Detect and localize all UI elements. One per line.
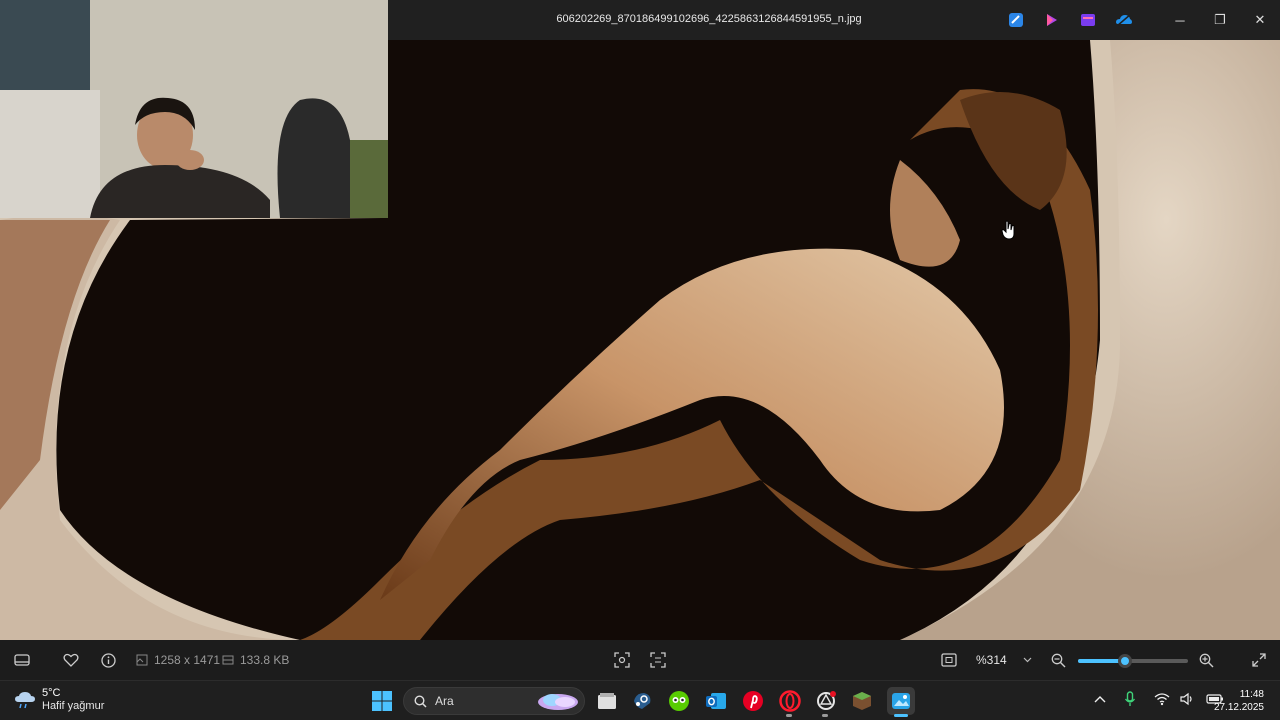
storage-icon	[222, 655, 234, 665]
rain-cloud-icon	[15, 692, 35, 709]
zoom-in-icon	[1199, 653, 1213, 667]
maximize-button[interactable]: ❐	[1200, 0, 1240, 40]
taskbar-app-steam[interactable]	[630, 689, 654, 713]
file-size: 133.8 KB	[222, 653, 289, 667]
clipchamp-icon[interactable]	[1042, 10, 1062, 30]
webcam-feed	[0, 0, 388, 218]
file-size-text: 133.8 KB	[240, 653, 290, 667]
opera-running-indicator	[786, 714, 792, 717]
video-editor-icon[interactable]	[1078, 10, 1098, 30]
steam-icon	[634, 693, 651, 709]
window-title: 606202269_870186499102696_42258631268445…	[556, 13, 862, 25]
taskbar-app-duolingo[interactable]	[667, 689, 691, 713]
duolingo-icon	[669, 691, 689, 711]
zoom-dropdown[interactable]: %314	[970, 649, 1038, 671]
weather-description: Hafif yağmur	[42, 700, 105, 712]
filmstrip-button[interactable]	[12, 650, 32, 670]
taskbar-app-photos[interactable]	[887, 687, 915, 715]
webcam-overlay	[0, 0, 388, 218]
photos-icon	[892, 693, 910, 709]
clock-time: 11:48	[1239, 689, 1264, 700]
taskbar: 5°C Hafif yağmur Ara 11:48 27.12.2025	[0, 680, 1280, 720]
volume-icon[interactable]	[1180, 692, 1196, 706]
photos-active-indicator	[894, 714, 908, 717]
info-icon	[100, 652, 116, 668]
search-highlight-icon	[538, 694, 578, 710]
minecraft-icon	[853, 692, 871, 710]
opera-icon	[779, 690, 801, 712]
chevron-up-icon[interactable]	[1094, 695, 1106, 703]
designer-icon[interactable]	[1006, 10, 1026, 30]
zoom-slider[interactable]	[1078, 654, 1188, 668]
file-info-button[interactable]	[98, 650, 118, 670]
title-bar-actions	[1006, 10, 1134, 30]
viewer-toolbar: 1258 x 1471 133.8 KB %314	[0, 640, 1280, 680]
zoom-out-button[interactable]	[1048, 650, 1068, 670]
taskbar-search[interactable]: Ara	[403, 687, 585, 715]
minimize-button[interactable]: ─	[1160, 0, 1200, 40]
clock-date: 27.12.2025	[1213, 702, 1264, 713]
taskbar-app-file-explorer[interactable]	[595, 689, 619, 713]
scan-text-button[interactable]	[648, 650, 668, 670]
taskbar-app-minecraft[interactable]	[850, 689, 874, 713]
search-icon	[414, 694, 427, 708]
hand-cursor-icon	[1001, 220, 1017, 240]
zoom-slider-thumb[interactable]	[1118, 654, 1133, 668]
search-placeholder: Ara	[435, 694, 454, 708]
taskbar-app-outlook[interactable]	[704, 689, 728, 713]
favorite-button[interactable]	[61, 650, 81, 670]
dimensions-icon	[136, 654, 148, 666]
fullscreen-button[interactable]	[1249, 650, 1269, 670]
chatgpt-icon	[817, 691, 836, 710]
taskbar-app-opera[interactable]	[778, 689, 802, 713]
image-dimensions: 1258 x 1471	[136, 653, 220, 667]
window-controls: ─ ❐ ✕	[1160, 0, 1280, 40]
scan-text-icon	[650, 652, 666, 668]
zoom-in-button[interactable]	[1196, 650, 1216, 670]
chatgpt-running-indicator	[822, 714, 828, 717]
zoom-value: %314	[976, 653, 1007, 667]
weather-temperature: 5°C	[42, 687, 61, 699]
zoom-out-icon	[1051, 653, 1065, 667]
start-button[interactable]	[371, 690, 393, 712]
heart-icon	[63, 653, 79, 667]
weather-widget[interactable]: 5°C Hafif yağmur	[14, 687, 104, 713]
chevron-down-icon	[1023, 657, 1032, 663]
file-explorer-icon	[598, 693, 616, 709]
system-tray	[1094, 691, 1224, 707]
filmstrip-icon	[14, 654, 30, 666]
expand-icon	[1252, 653, 1266, 667]
onedrive-icon[interactable]	[1114, 10, 1134, 30]
microphone-icon[interactable]	[1124, 691, 1136, 707]
taskbar-clock[interactable]: 11:48 27.12.2025	[1214, 688, 1264, 714]
wifi-icon[interactable]	[1154, 692, 1170, 706]
taskbar-app-chatgpt[interactable]	[814, 689, 838, 713]
outlook-icon	[706, 693, 726, 709]
fit-to-window-button[interactable]	[939, 650, 959, 670]
visual-search-button[interactable]	[612, 650, 632, 670]
taskbar-app-pinterest[interactable]	[741, 689, 765, 713]
pinterest-icon	[743, 691, 763, 711]
fit-window-icon	[941, 653, 957, 667]
dimensions-text: 1258 x 1471	[154, 653, 221, 667]
windows-logo-icon	[372, 691, 392, 711]
visual-search-icon	[614, 652, 630, 668]
close-button[interactable]: ✕	[1240, 0, 1280, 40]
